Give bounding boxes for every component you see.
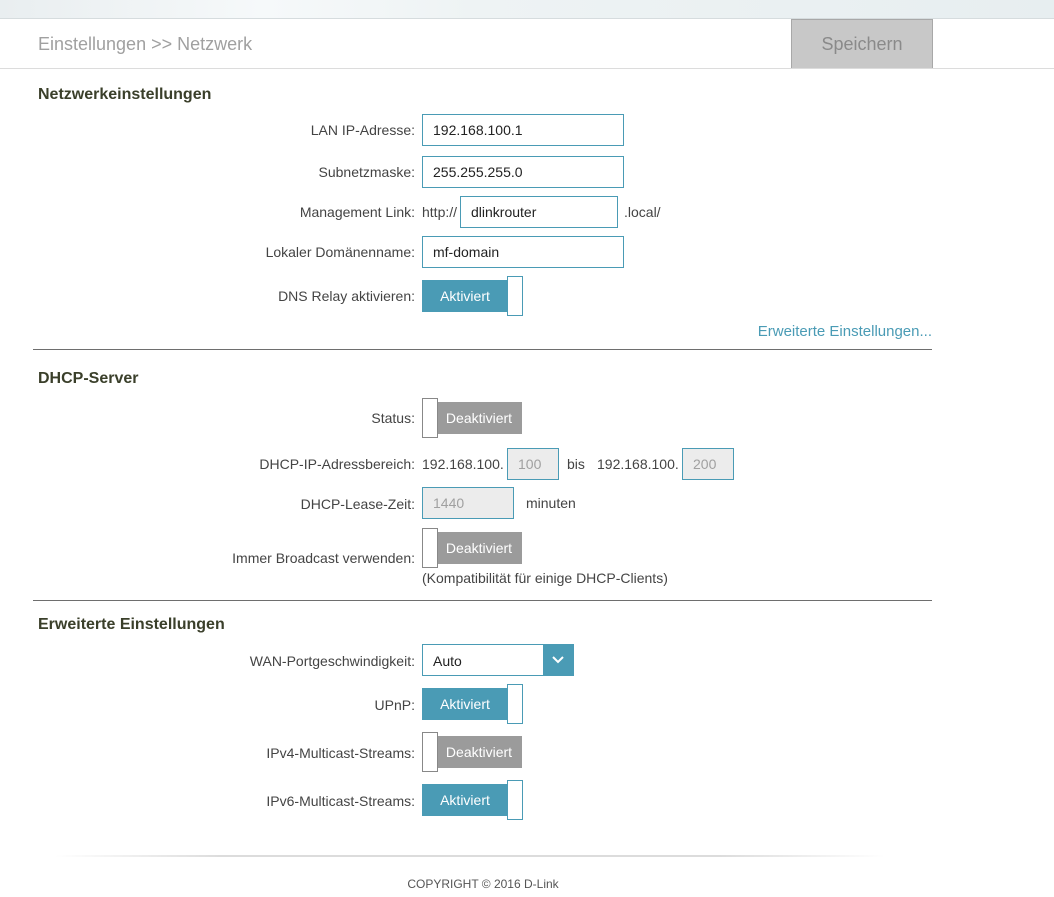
dhcp-range-bis: bis: [567, 456, 585, 472]
dhcp-lease-label: DHCP-Lease-Zeit:: [300, 496, 415, 512]
dhcp-lease-input[interactable]: [422, 487, 514, 519]
wan-speed-value: Auto: [433, 653, 462, 669]
mgmt-link-prefix: http://: [422, 204, 458, 220]
ipv6-multicast-state: Aktiviert: [422, 784, 508, 816]
domain-name-input[interactable]: [422, 236, 624, 268]
section-title-network: Netzwerkeinstellungen: [38, 86, 212, 103]
mgmt-link-label: Management Link:: [299, 204, 415, 220]
section-title-advanced: Erweiterte Einstellungen: [38, 616, 225, 633]
dhcp-range-start-input[interactable]: [507, 448, 559, 480]
dhcp-status-knob: [422, 398, 438, 438]
section-divider: [33, 349, 932, 350]
copyright-text: COPYRIGHT © 2016 D-Link: [407, 877, 559, 891]
ipv6-multicast-knob: [507, 780, 523, 820]
save-button[interactable]: Speichern: [791, 19, 933, 69]
dhcp-status-toggle[interactable]: Deaktiviert: [422, 398, 522, 438]
ipv4-multicast-state: Deaktiviert: [436, 736, 522, 768]
lan-ip-label: LAN IP-Adresse:: [310, 122, 415, 138]
breadcrumb: Einstellungen >> Netzwerk: [38, 34, 253, 54]
top-banner-strip: [0, 0, 1054, 19]
upnp-toggle[interactable]: Aktiviert: [422, 684, 523, 724]
upnp-knob: [507, 684, 523, 724]
broadcast-note: (Kompatibilität für einige DHCP-Clients): [422, 570, 668, 586]
header-divider: [0, 68, 1054, 69]
dhcp-range-start-prefix: 192.168.100.: [422, 456, 504, 472]
dns-relay-knob: [507, 276, 523, 316]
mgmt-link-input[interactable]: [460, 196, 618, 228]
mgmt-link-suffix: .local/: [624, 204, 661, 220]
section-divider: [33, 600, 932, 601]
broadcast-toggle[interactable]: Deaktiviert: [422, 528, 522, 568]
dhcp-range-end-input[interactable]: [682, 448, 734, 480]
dhcp-status-state: Deaktiviert: [436, 402, 522, 434]
ipv6-multicast-label: IPv6-Multicast-Streams:: [266, 793, 415, 809]
dns-relay-label: DNS Relay aktivieren:: [278, 288, 415, 304]
wan-speed-label: WAN-Portgeschwindigkeit:: [249, 653, 415, 669]
ipv4-multicast-knob: [422, 732, 438, 772]
broadcast-label: Immer Broadcast verwenden:: [232, 550, 415, 566]
dhcp-range-label: DHCP-IP-Adressbereich:: [259, 456, 415, 472]
advanced-settings-link[interactable]: Erweiterte Einstellungen...: [758, 323, 932, 340]
dns-relay-toggle[interactable]: Aktiviert: [422, 276, 523, 316]
dns-relay-state: Aktiviert: [422, 280, 508, 312]
subnet-label: Subnetzmaske:: [318, 164, 416, 180]
subnet-input[interactable]: [422, 156, 624, 188]
upnp-label: UPnP:: [374, 697, 415, 713]
dhcp-status-label: Status:: [371, 410, 415, 426]
domain-name-label: Lokaler Domänenname:: [265, 244, 415, 260]
chevron-down-icon: [543, 645, 573, 675]
lan-ip-input[interactable]: [422, 114, 624, 146]
upnp-state: Aktiviert: [422, 688, 508, 720]
wan-speed-select[interactable]: Auto: [422, 644, 574, 676]
broadcast-state: Deaktiviert: [436, 532, 522, 564]
footer-divider: [55, 855, 885, 857]
ipv6-multicast-toggle[interactable]: Aktiviert: [422, 780, 523, 820]
ipv4-multicast-toggle[interactable]: Deaktiviert: [422, 732, 522, 772]
broadcast-knob: [422, 528, 438, 568]
dhcp-range-end-prefix: 192.168.100.: [597, 456, 679, 472]
section-title-dhcp: DHCP-Server: [38, 370, 139, 387]
ipv4-multicast-label: IPv4-Multicast-Streams:: [266, 745, 415, 761]
dhcp-lease-unit: minuten: [526, 495, 576, 511]
